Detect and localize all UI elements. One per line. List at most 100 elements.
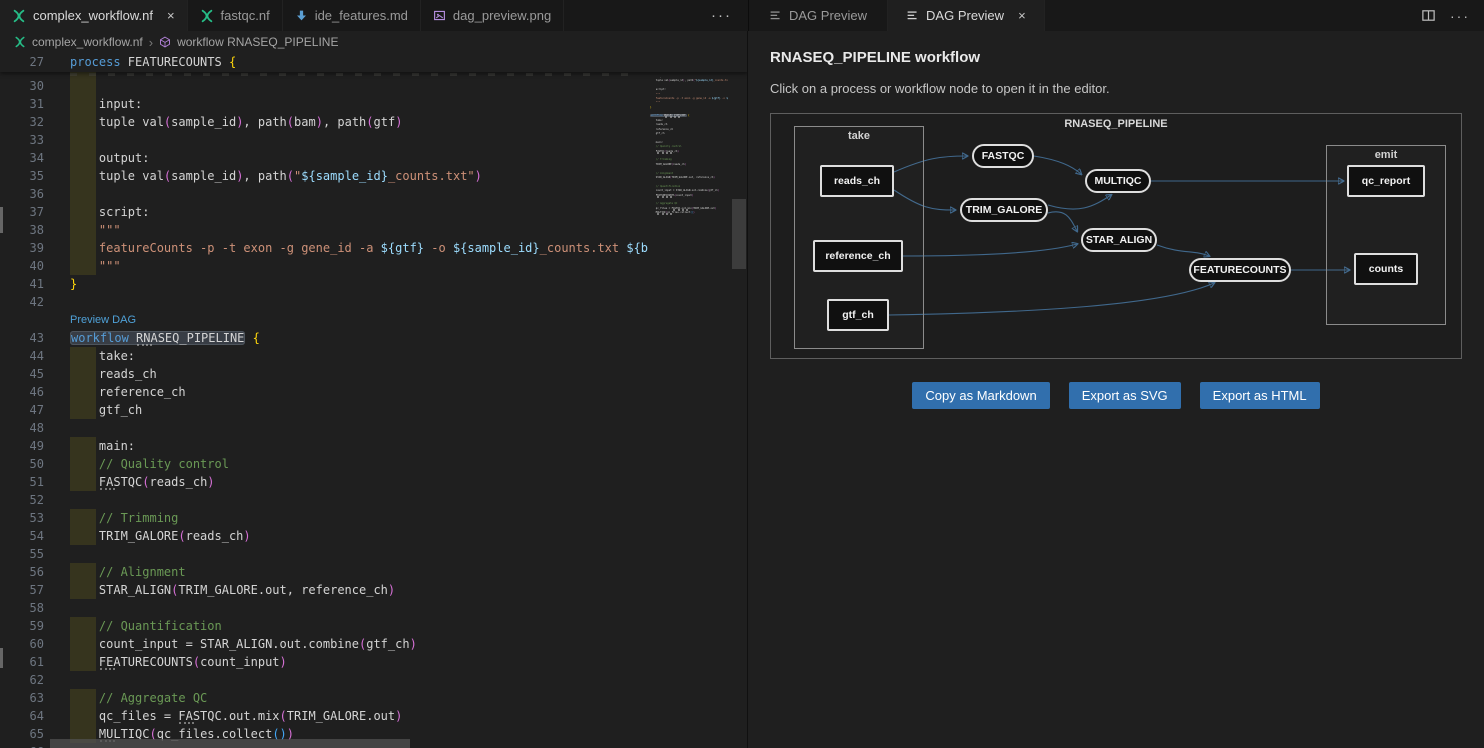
tab-dag-preview-inactive[interactable]: DAG Preview: [749, 0, 888, 31]
line-number: 38: [0, 221, 44, 239]
close-icon[interactable]: ×: [167, 9, 175, 22]
line-number: 62: [0, 671, 44, 689]
dag-node-STAR_ALIGN[interactable]: STAR_ALIGN: [1081, 228, 1157, 252]
right-tab-group: DAG Preview DAG Preview × ···: [748, 0, 1484, 31]
line-number: 63: [0, 689, 44, 707]
code-line: 33: [0, 131, 747, 149]
line-number: 35: [0, 167, 44, 185]
line-number: 44: [0, 347, 44, 365]
dag-node-qc_report[interactable]: qc_report: [1347, 165, 1425, 197]
dag-node-MULTIQC[interactable]: MULTIQC: [1085, 169, 1151, 193]
line-number: 41: [0, 275, 44, 293]
breadcrumb-file[interactable]: complex_workflow.nf: [32, 35, 143, 49]
code-line: 53 // Trimming: [0, 509, 747, 527]
symbol-workflow-icon: [159, 36, 171, 48]
line-number: 55: [0, 545, 44, 563]
dag-node-FEATURECOUNTS[interactable]: FEATURECOUNTS: [1189, 258, 1291, 282]
code-line: 36: [0, 185, 747, 203]
vertical-scrollbar-thumb[interactable]: [732, 199, 746, 269]
split-editor-icon[interactable]: [1421, 8, 1436, 23]
line-number: 50: [0, 455, 44, 473]
nextflow-icon: [200, 9, 214, 23]
tab-label: DAG Preview: [926, 8, 1004, 23]
code-line: 45 reads_ch: [0, 365, 747, 383]
code-line: 37 script:: [0, 203, 747, 221]
dag-node-reads_ch[interactable]: reads_ch: [820, 165, 894, 197]
breadcrumb: complex_workflow.nf › workflow RNASEQ_PI…: [0, 31, 747, 53]
code-line: 30: [0, 77, 747, 95]
line-number: 31: [0, 95, 44, 113]
export-as-svg-button[interactable]: Export as SVG: [1069, 382, 1181, 409]
line-number: 36: [0, 185, 44, 203]
more-actions-button[interactable]: ···: [1450, 8, 1470, 24]
codelens-preview-dag-link[interactable]: Preview DAG: [70, 311, 136, 329]
line-number: 42: [0, 293, 44, 311]
cluster-label: take: [795, 130, 923, 142]
preview-icon: [906, 9, 919, 22]
tab-dag-preview-active[interactable]: DAG Preview ×: [888, 0, 1045, 31]
copy-as-markdown-button[interactable]: Copy as Markdown: [912, 382, 1049, 409]
tab-fastqc-nf[interactable]: fastqc.nf: [188, 0, 283, 31]
code-line: 41}: [0, 275, 747, 293]
dag-node-gtf_ch[interactable]: gtf_ch: [827, 299, 889, 331]
code-line: 58: [0, 599, 747, 617]
nextflow-icon: [12, 9, 26, 23]
gutter-decoration: [0, 207, 3, 233]
tab-complex-workflow-nf[interactable]: complex_workflow.nf ×: [0, 0, 188, 31]
line-number: 27: [0, 53, 44, 72]
line-number: 59: [0, 617, 44, 635]
code-line: 54 TRIM_GALORE(reads_ch): [0, 527, 747, 545]
code-line: 51 FASTQC(reads_ch): [0, 473, 747, 491]
tab-dag-preview-png[interactable]: dag_preview.png: [421, 0, 564, 31]
code-line: 48: [0, 419, 747, 437]
line-number: 58: [0, 599, 44, 617]
breadcrumb-symbol[interactable]: workflow RNASEQ_PIPELINE: [177, 35, 338, 49]
code-line: 46 reference_ch: [0, 383, 747, 401]
close-icon[interactable]: ×: [1018, 9, 1026, 22]
line-number: 33: [0, 131, 44, 149]
dag-edge-TRIM_GALORE-to-MULTIQC: [1048, 195, 1111, 209]
horizontal-scrollbar-thumb[interactable]: [50, 739, 410, 748]
code-line: 62: [0, 671, 747, 689]
line-number: 34: [0, 149, 44, 167]
tab-ide-features-md[interactable]: ide_features.md: [283, 0, 421, 31]
code-line: 52: [0, 491, 747, 509]
editor-actions: ···: [1421, 0, 1484, 31]
line-number: 56: [0, 563, 44, 581]
code-line: 39 featureCounts -p -t exon -g gene_id -…: [0, 239, 747, 257]
tab-label: DAG Preview: [789, 8, 867, 23]
code-line: 49 main:: [0, 437, 747, 455]
export-as-html-button[interactable]: Export as HTML: [1200, 382, 1320, 409]
code-line: 44 take:: [0, 347, 747, 365]
markdown-down-arrow-icon: [295, 9, 308, 22]
dag-node-TRIM_GALORE[interactable]: TRIM_GALORE: [960, 198, 1048, 222]
line-number: 39: [0, 239, 44, 257]
panel-title: RNASEQ_PIPELINE workflow: [770, 49, 1483, 66]
code-editor[interactable]: 3031 input:32 tuple val(sample_id), path…: [0, 53, 747, 748]
tab-label: complex_workflow.nf: [33, 8, 153, 23]
dag-node-FASTQC[interactable]: FASTQC: [972, 144, 1034, 168]
line-number: 37: [0, 203, 44, 221]
dag-preview-panel: RNASEQ_PIPELINE workflow Click on a proc…: [748, 31, 1483, 748]
minimap[interactable]: process FEATURECOUNTS { input: tuple val…: [650, 53, 728, 748]
occluded-line-sliver: [0, 72, 747, 77]
sticky-code-text: process FEATURECOUNTS {: [70, 53, 236, 72]
line-number: 54: [0, 527, 44, 545]
code-line: 59 // Quantification: [0, 617, 747, 635]
code-line: 40 """: [0, 257, 747, 275]
export-buttons: Copy as Markdown Export as SVG Export as…: [770, 382, 1462, 409]
line-number: 51: [0, 473, 44, 491]
dag-node-counts[interactable]: counts: [1354, 253, 1418, 285]
code-line: 55: [0, 545, 747, 563]
line-number: 52: [0, 491, 44, 509]
line-number: 46: [0, 383, 44, 401]
code-line: 60 count_input = STAR_ALIGN.out.combine(…: [0, 635, 747, 653]
line-number: 64: [0, 707, 44, 725]
more-tabs-button[interactable]: ···: [695, 0, 748, 31]
line-number: 40: [0, 257, 44, 275]
sticky-scroll-line[interactable]: 27 process FEATURECOUNTS {: [0, 53, 747, 72]
dag-node-reference_ch[interactable]: reference_ch: [813, 240, 903, 272]
preview-icon: [769, 9, 782, 22]
line-number: 60: [0, 635, 44, 653]
chevron-right-icon: ›: [149, 35, 153, 50]
